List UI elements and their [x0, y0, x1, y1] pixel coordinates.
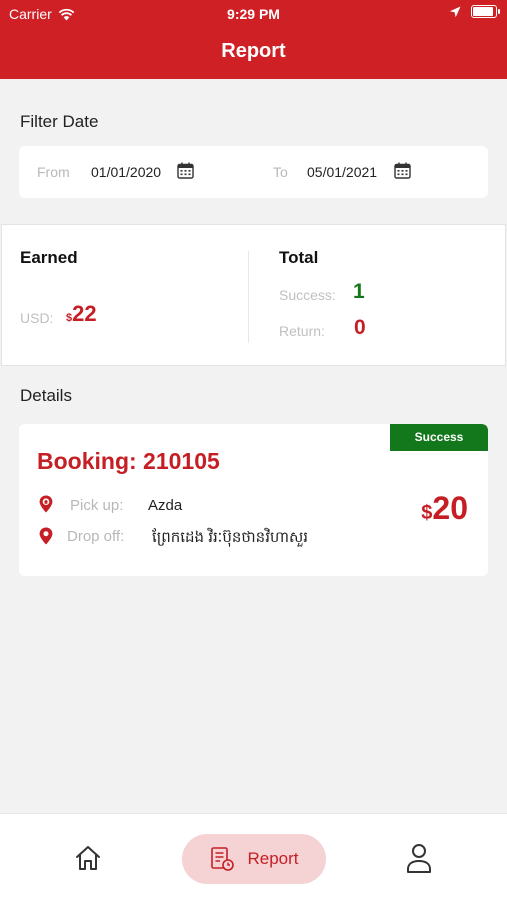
earned-title: Earned — [20, 248, 78, 267]
from-label: From — [37, 164, 70, 180]
filter-date-card: From 01/01/2020 To 05/01/2021 — [19, 146, 488, 198]
success-count: 1 — [353, 280, 365, 303]
booking-price: $20 — [421, 490, 468, 527]
to-label: To — [273, 164, 288, 180]
total-title: Total — [279, 248, 319, 267]
location-arrow-icon — [449, 6, 461, 17]
currency-label: USD: — [20, 310, 54, 326]
dropoff-label: Drop off: — [67, 528, 125, 545]
details-label: Details — [20, 386, 72, 405]
success-label: Success: — [279, 287, 336, 303]
tab-report-label: Report — [247, 849, 299, 868]
calendar-icon[interactable] — [394, 162, 411, 179]
pickup-pin-icon — [39, 495, 53, 513]
report-icon — [211, 847, 235, 871]
battery-icon — [471, 5, 500, 18]
price-value: 20 — [432, 490, 468, 526]
app-header: Carrier 9:29 PM Report — [0, 0, 507, 79]
status-right — [449, 5, 500, 18]
summary-divider — [248, 251, 249, 343]
filter-date-label: Filter Date — [20, 112, 99, 131]
return-label: Return: — [279, 323, 325, 339]
summary-card: Earned USD: $22 Total Success: 1 Return:… — [1, 224, 506, 366]
booking-card[interactable]: Success Booking: 210105 Pick up: Azda Dr… — [19, 424, 488, 576]
dropoff-value: ព្រែកដេង វិរៈប៊ុនថានវិហាសួរ — [152, 529, 309, 546]
bottom-nav: Report — [0, 813, 507, 900]
return-count: 0 — [354, 316, 366, 339]
booking-title: Booking: 210105 — [37, 448, 220, 474]
page-title: Report — [221, 40, 286, 62]
price-currency: $ — [421, 502, 433, 524]
to-date-field[interactable]: 05/01/2021 — [307, 164, 377, 180]
dropoff-pin-icon — [39, 527, 53, 545]
clock: 9:29 PM — [227, 6, 280, 22]
status-badge: Success — [390, 424, 488, 451]
from-date-field[interactable]: 01/01/2020 — [91, 164, 161, 180]
calendar-icon[interactable] — [177, 162, 194, 179]
pickup-label: Pick up: — [70, 497, 124, 514]
report-screen: Carrier 9:29 PM Report Filter Date From … — [0, 0, 507, 900]
status-bar: Carrier 9:29 PM — [0, 0, 507, 28]
tab-report[interactable]: Report — [182, 834, 326, 884]
home-icon[interactable] — [74, 844, 102, 872]
pickup-value: Azda — [148, 497, 183, 514]
earned-value: 22 — [72, 301, 97, 326]
earned-amount: $22 — [66, 301, 97, 327]
profile-icon[interactable] — [406, 843, 432, 873]
